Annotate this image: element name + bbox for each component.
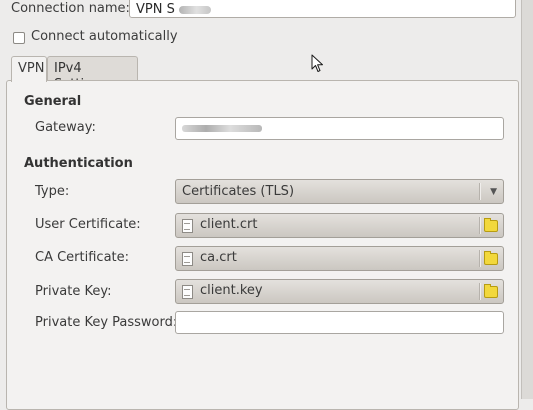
- private-key-password-input[interactable]: [175, 311, 504, 334]
- connection-name-label: Connection name:: [11, 1, 130, 16]
- combo-separator: [479, 183, 481, 200]
- document-icon: [182, 219, 193, 233]
- authentication-heading: Authentication: [24, 156, 133, 171]
- folder-icon: [484, 284, 498, 298]
- auth-type-combo[interactable]: Certificates (TLS) ▼: [175, 179, 504, 204]
- auth-type-value: Certificates (TLS): [182, 184, 295, 199]
- folder-icon: [484, 218, 498, 232]
- connection-name-value: VPN S: [136, 2, 175, 17]
- redacted-text: [182, 125, 262, 132]
- redacted-text: [178, 5, 211, 14]
- user-certificate-file: client.crt: [200, 217, 258, 232]
- private-key-label: Private Key:: [35, 284, 112, 299]
- document-icon: [182, 285, 193, 299]
- tab-vpn[interactable]: VPN: [11, 56, 47, 82]
- ca-certificate-chooser[interactable]: ca.crt: [175, 246, 504, 271]
- folder-icon: [484, 251, 498, 265]
- general-heading: General: [24, 94, 82, 109]
- connect-automatically-label[interactable]: Connect automatically: [31, 28, 178, 45]
- document-icon: [182, 252, 193, 266]
- chooser-separator: [479, 250, 481, 267]
- private-key-file: client.key: [200, 283, 263, 298]
- type-label: Type:: [35, 184, 70, 199]
- private-key-chooser[interactable]: client.key: [175, 279, 504, 304]
- tab-ipv4-settings[interactable]: IPv4 Settings: [47, 56, 138, 92]
- connect-automatically-checkbox[interactable]: [13, 32, 25, 44]
- ca-certificate-label: CA Certificate:: [35, 250, 130, 265]
- chooser-separator: [479, 217, 481, 234]
- user-certificate-label: User Certificate:: [35, 217, 141, 232]
- window-edge: [521, 0, 533, 399]
- gateway-label: Gateway:: [35, 120, 96, 135]
- user-certificate-chooser[interactable]: client.crt: [175, 213, 504, 238]
- mouse-pointer-icon: [311, 54, 323, 72]
- connection-name-input[interactable]: VPN S: [129, 0, 516, 18]
- ca-certificate-file: ca.crt: [200, 250, 237, 265]
- chevron-down-icon: ▼: [490, 187, 497, 197]
- gateway-input[interactable]: [175, 117, 504, 140]
- chooser-separator: [479, 283, 481, 300]
- private-key-password-label: Private Key Password:: [35, 315, 178, 330]
